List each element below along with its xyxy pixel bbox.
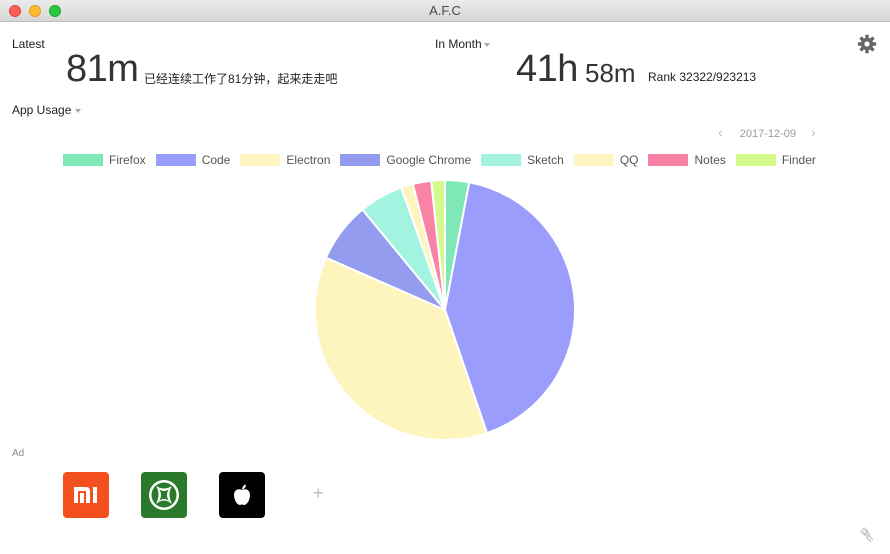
legend-label: Finder — [781, 153, 816, 167]
add-ad-button[interactable]: + — [313, 483, 324, 504]
latest-note: 已经连续工作了81分钟，起来走走吧 — [144, 72, 338, 86]
legend-label: Code — [201, 153, 231, 167]
legend-label: QQ — [619, 153, 639, 167]
legend-swatch — [481, 154, 522, 166]
xbox-icon[interactable] — [141, 472, 187, 518]
legend-swatch — [573, 154, 614, 166]
app-usage-pie-chart — [314, 178, 576, 441]
chevron-left-icon[interactable]: ‹ — [718, 124, 723, 140]
title-bar: A.F.C — [0, 0, 890, 22]
xiaomi-icon[interactable] — [63, 472, 109, 518]
legend-item-code[interactable]: Code — [155, 153, 231, 167]
period-dropdown[interactable]: In Month — [435, 37, 490, 51]
resize-grip-icon[interactable] — [860, 527, 876, 548]
window-title: A.F.C — [429, 3, 461, 18]
legend-label: Sketch — [527, 153, 564, 167]
legend-swatch — [240, 154, 281, 166]
legend-swatch — [63, 154, 103, 166]
period-dropdown-label: In Month — [435, 37, 482, 51]
chevron-down-icon — [75, 108, 82, 113]
month-minutes: 58m — [585, 58, 636, 88]
legend-item-notes[interactable]: Notes — [648, 153, 726, 167]
legend-item-finder[interactable]: Finder — [735, 153, 816, 167]
apple-icon[interactable] — [219, 472, 265, 518]
legend-item-firefox[interactable]: Firefox — [63, 153, 146, 167]
legend-item-qq[interactable]: QQ — [573, 153, 639, 167]
usage-dropdown-label: App Usage — [12, 103, 72, 117]
legend-label: Firefox — [109, 153, 146, 167]
ad-label: Ad — [12, 448, 25, 459]
latest-label: Latest — [12, 37, 45, 51]
gear-icon[interactable] — [857, 34, 877, 54]
legend-swatch — [340, 154, 381, 166]
legend-swatch — [648, 154, 689, 166]
legend-swatch — [735, 154, 776, 166]
date-label: 2017-12-09 — [739, 128, 797, 140]
month-hours: 41h — [516, 48, 578, 90]
legend-label: Google Chrome — [386, 153, 472, 167]
chevron-down-icon — [483, 42, 490, 47]
chart-legend: Firefox Code Electron Google Chrome Sket… — [63, 152, 826, 168]
legend-swatch — [155, 154, 196, 166]
legend-label: Notes — [694, 153, 726, 167]
month-rank: Rank 32322/923213 — [648, 70, 757, 84]
usage-dropdown[interactable]: App Usage — [12, 103, 82, 117]
date-navigator: ‹ 2017-12-09 › — [718, 124, 816, 140]
legend-item-sketch[interactable]: Sketch — [481, 153, 564, 167]
legend-item-electron[interactable]: Electron — [240, 153, 330, 167]
chevron-right-icon[interactable]: › — [811, 124, 816, 140]
latest-value: 81m — [66, 48, 139, 90]
legend-item-google-chrome[interactable]: Google Chrome — [340, 153, 471, 167]
legend-label: Electron — [286, 153, 331, 167]
